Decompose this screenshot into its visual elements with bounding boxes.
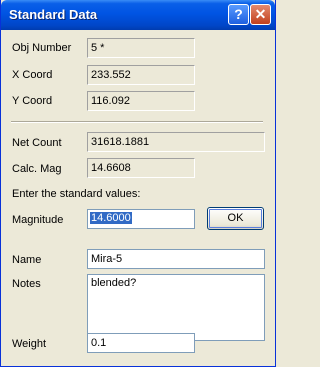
net-count-label: Net Count	[12, 137, 62, 149]
magnitude-label: Magnitude	[12, 214, 64, 226]
x-coord-label: X Coord	[12, 69, 53, 81]
weight-input[interactable]	[87, 333, 195, 353]
magnitude-value: 14.6000	[90, 212, 132, 224]
weight-label: Weight	[12, 338, 47, 350]
net-count-field: 31618.1881	[87, 132, 265, 152]
ok-button[interactable]: OK	[207, 207, 264, 230]
close-icon[interactable]: ✕	[250, 4, 271, 25]
obj-number-label: Obj Number	[12, 42, 72, 54]
standard-data-dialog: Standard Data ? ✕ Obj Number 5 * X Coord…	[0, 0, 276, 367]
separator	[11, 121, 263, 123]
title-bar[interactable]: Standard Data ? ✕	[1, 0, 275, 30]
calc-mag-field: 14.6608	[87, 158, 195, 178]
x-coord-field: 233.552	[87, 65, 195, 85]
name-input[interactable]	[87, 249, 265, 269]
magnitude-input[interactable]: 14.6000	[87, 209, 195, 229]
window-title: Standard Data	[9, 7, 98, 22]
standard-values-prompt: Enter the standard values:	[12, 188, 141, 200]
y-coord-field: 116.092	[87, 91, 195, 111]
notes-label: Notes	[12, 278, 41, 290]
name-label: Name	[12, 254, 42, 266]
obj-number-field: 5 *	[87, 38, 195, 58]
calc-mag-label: Calc. Mag	[12, 163, 62, 175]
notes-textarea[interactable]: blended?	[87, 274, 265, 341]
help-icon[interactable]: ?	[228, 4, 249, 25]
y-coord-label: Y Coord	[12, 95, 53, 107]
